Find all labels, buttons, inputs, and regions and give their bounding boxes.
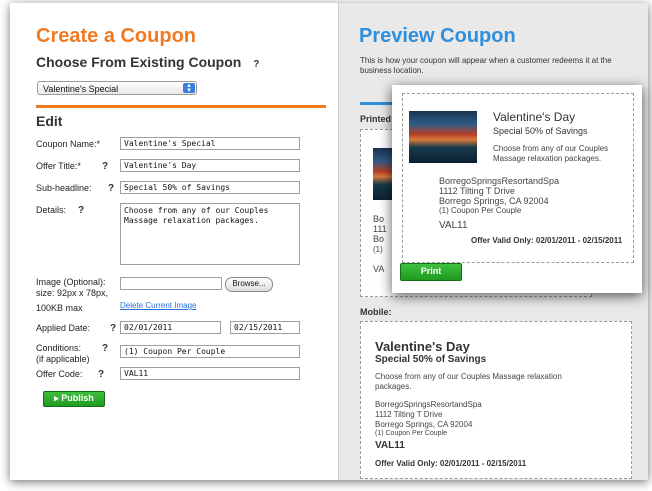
select-arrows-icon: ▴ ▾ (183, 82, 195, 94)
applied-date-label-text: Applied Date: (36, 323, 91, 333)
start-date-input[interactable]: 02/01/2011 (120, 321, 221, 334)
image-label-line1: Image (Optional): (36, 277, 106, 287)
printed-fragment-2: 111 (373, 224, 387, 234)
offer-code-label: Offer Code: ? (36, 369, 104, 380)
popup-coupon-details: Choose from any of our Couples Massage r… (493, 144, 609, 163)
choose-existing-heading: Choose From Existing Coupon ? (36, 54, 259, 70)
popup-coupon-title: Valentine's Day (493, 110, 576, 124)
browse-button[interactable]: Browse... (225, 277, 273, 292)
mobile-coupon-business: BorregoSpringsResortandSpa (375, 400, 482, 409)
create-coupon-panel: Create a Coupon Choose From Existing Cou… (10, 3, 338, 480)
coupon-name-label: Coupon Name:* ? (36, 139, 126, 150)
help-icon[interactable]: ? (102, 343, 108, 354)
mobile-coupon-valid: Offer Valid Only: 02/01/2011 - 02/15/201… (375, 459, 527, 468)
printed-fragment-1: Bo (373, 214, 385, 224)
popup-coupon-valid: Offer Valid Only: 02/01/2011 - 02/15/201… (471, 236, 623, 245)
help-icon[interactable]: ? (108, 183, 114, 194)
printed-coupon-popup: Valentine's Day Special 50% of Savings C… (392, 85, 642, 293)
applied-date-label: Applied Date: ? (36, 323, 116, 334)
offer-title-label: Offer Title:* ? (36, 161, 108, 172)
conditions-label-line1: Conditions: (36, 343, 82, 353)
details-label-text: Details: (36, 205, 67, 215)
popup-coupon-address2: Borrego Springs, CA 92004 (439, 196, 549, 206)
mobile-coupon-card: Valentine's Day Special 50% of Savings C… (360, 321, 632, 479)
printed-fragment-3: Bo (373, 234, 385, 244)
mobile-coupon-address1: 1112 Tilting T Drive (375, 410, 443, 419)
coupon-image (373, 148, 393, 200)
edit-heading: Edit (36, 113, 63, 129)
create-coupon-title: Create a Coupon (36, 25, 197, 47)
offer-code-input[interactable]: VAL11 (120, 367, 300, 380)
publish-button[interactable]: ▸ Publish (43, 391, 105, 407)
mobile-coupon-subtitle: Special 50% of Savings (375, 354, 487, 365)
printed-fragment-5: VA (373, 264, 385, 274)
delete-image-link[interactable]: Delete Current Image (120, 301, 196, 310)
coupon-name-label-text: Coupon Name:* (36, 139, 101, 149)
coupon-image (409, 111, 477, 163)
offer-code-label-text: Offer Code: (36, 369, 83, 379)
mobile-coupon-condition: (1) Coupon Per Couple (375, 430, 447, 437)
details-textarea[interactable]: Choose from any of our Couples Massage r… (120, 203, 300, 265)
image-file-input[interactable] (120, 277, 222, 290)
coupon-name-input[interactable]: Valentine's Special (120, 137, 300, 150)
mobile-coupon-details: Choose from any of our Couples Massage r… (375, 372, 562, 391)
image-label-line3: 100KB max (36, 303, 83, 313)
help-icon[interactable]: ? (110, 323, 116, 334)
offer-title-label-text: Offer Title:* (36, 161, 81, 171)
printed-label: Printed: (360, 114, 395, 124)
help-icon[interactable]: ? (253, 59, 259, 70)
help-icon[interactable]: ? (98, 369, 104, 380)
popup-coupon-business: BorregoSpringsResortandSpa (439, 176, 560, 186)
popup-coupon-address1: 1112 Tilting T Drive (439, 186, 515, 196)
image-label-line3-row: 100KB max ? (36, 277, 132, 314)
end-date-input[interactable]: 02/15/2011 (230, 321, 300, 334)
image-label: Image (Optional): size: 92px x 78px, 100… (36, 277, 132, 314)
help-icon[interactable]: ? (78, 205, 84, 216)
mobile-coupon-code: VAL11 (375, 440, 405, 451)
section-divider (36, 105, 326, 108)
existing-coupon-select[interactable]: Valentine's Special ▴ ▾ (37, 81, 197, 95)
conditions-label-line2: (if applicable) (36, 354, 90, 364)
image-label-line2: size: 92px x 78px, (36, 288, 109, 298)
popup-coupon-code: VAL11 (439, 220, 468, 231)
popup-coupon-card: Valentine's Day Special 50% of Savings C… (402, 93, 634, 263)
popup-coupon-subtitle: Special 50% of Savings (493, 126, 588, 136)
help-icon[interactable]: ? (102, 161, 108, 172)
offer-title-input[interactable]: Valentine's Day (120, 159, 300, 172)
subheadline-label-text: Sub-headline: (36, 183, 92, 193)
details-label: Details: ? (36, 205, 84, 216)
conditions-label: Conditions: (if applicable) ? (36, 343, 108, 365)
subheadline-input[interactable]: Special 50% of Savings (120, 181, 300, 194)
popup-coupon-condition: (1) Coupon Per Couple (439, 206, 522, 215)
mobile-label: Mobile: (360, 307, 392, 317)
preview-description: This is how your coupon will appear when… (360, 56, 612, 75)
printed-fragment-4: (1) (373, 245, 383, 254)
print-button[interactable]: Print (400, 263, 462, 281)
conditions-input[interactable]: (1) Coupon Per Couple (120, 345, 300, 358)
mobile-coupon-title-text: Valentine's Day (375, 339, 470, 354)
subheadline-label: Sub-headline: ? (36, 183, 114, 194)
preview-title: Preview Coupon (359, 25, 516, 47)
existing-coupon-selected: Valentine's Special (43, 84, 119, 94)
choose-existing-label: Choose From Existing Coupon (36, 54, 242, 70)
